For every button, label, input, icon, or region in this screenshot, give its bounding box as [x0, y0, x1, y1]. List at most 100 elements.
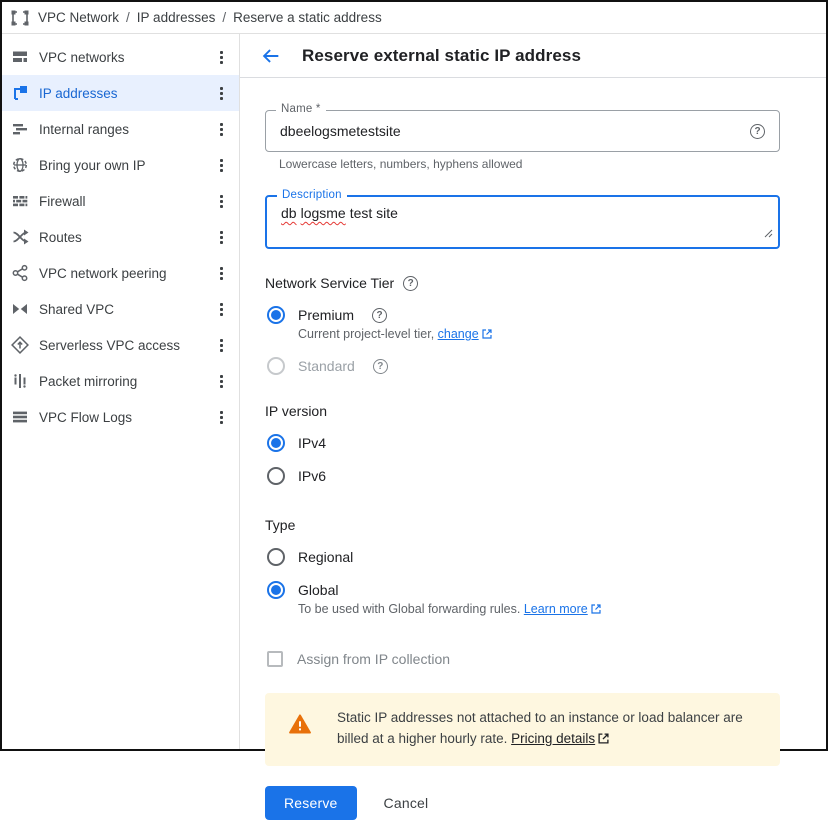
assign-ip-collection-checkbox[interactable] — [267, 651, 283, 667]
item-menu-kebab-icon[interactable] — [214, 299, 229, 320]
premium-note-text: Current project-level tier, — [298, 327, 438, 341]
global-radio-label: Global — [298, 582, 338, 598]
item-menu-kebab-icon[interactable] — [214, 155, 229, 176]
item-menu-kebab-icon[interactable] — [214, 83, 229, 104]
sidebar-item-label: VPC network peering — [39, 266, 214, 281]
description-field-label: Description — [277, 189, 347, 201]
app-window: VPC Network / IP addresses / Reserve a s… — [0, 0, 828, 751]
learn-more-link[interactable]: Learn more — [524, 602, 588, 616]
sidebar-item-label: Packet mirroring — [39, 374, 214, 389]
main-content: Reserve external static IP address Name … — [240, 34, 826, 749]
sidebar-item-vpc-flow-logs[interactable]: VPC Flow Logs — [2, 399, 239, 435]
assign-ip-collection-option[interactable]: Assign from IP collection — [265, 651, 826, 667]
sidebar-item-label: Firewall — [39, 194, 214, 209]
item-menu-kebab-icon[interactable] — [214, 263, 229, 284]
external-link-icon — [482, 328, 492, 342]
regional-option[interactable]: Regional — [265, 548, 826, 566]
global-radio[interactable] — [267, 581, 285, 599]
breadcrumb-item-reserve-static: Reserve a static address — [233, 10, 382, 25]
name-field-label: Name * — [276, 103, 326, 115]
ipv4-option[interactable]: IPv4 — [265, 434, 826, 452]
vpc-networks-icon — [11, 48, 29, 66]
sidebar-item-label: Shared VPC — [39, 302, 214, 317]
breadcrumb-item-ip-addresses[interactable]: IP addresses — [137, 10, 216, 25]
name-field-value[interactable]: dbeelogsmetestsite — [266, 123, 750, 139]
vpc-flow-logs-icon — [11, 408, 29, 426]
premium-tier-option[interactable]: Premium ? — [265, 306, 826, 324]
item-menu-kebab-icon[interactable] — [214, 371, 229, 392]
shared-vpc-icon — [11, 300, 29, 318]
regional-radio[interactable] — [267, 548, 285, 566]
sidebar-item-routes[interactable]: Routes — [2, 219, 239, 255]
sidebar-item-label: Routes — [39, 230, 214, 245]
bring-your-own-ip-icon — [11, 156, 29, 174]
sidebar-item-packet-mirroring[interactable]: Packet mirroring — [2, 363, 239, 399]
breadcrumb-separator: / — [222, 10, 226, 25]
back-button[interactable] — [254, 39, 288, 73]
description-field-value[interactable]: dblogsmetest site — [267, 197, 778, 229]
sidebar-item-shared-vpc[interactable]: Shared VPC — [2, 291, 239, 327]
item-menu-kebab-icon[interactable] — [214, 47, 229, 68]
ip-version-section: IP version — [265, 403, 826, 419]
form-actions: Reserve Cancel — [265, 786, 826, 820]
sidebar-item-serverless-vpc-access[interactable]: Serverless VPC access — [2, 327, 239, 363]
cancel-button[interactable]: Cancel — [384, 795, 429, 811]
serverless-vpc-access-icon — [11, 336, 29, 354]
breadcrumb-separator: / — [126, 10, 130, 25]
pricing-details-link[interactable]: Pricing details — [511, 731, 595, 746]
ip-addresses-icon — [11, 84, 29, 102]
description-field[interactable]: Description dblogsmetest site — [265, 195, 780, 249]
vpc-sidebar: VPC networks IP addresses — [2, 34, 240, 749]
external-link-icon — [598, 730, 609, 751]
standard-radio[interactable] — [267, 357, 285, 375]
textarea-resize-handle-icon[interactable] — [764, 225, 773, 243]
item-menu-kebab-icon[interactable] — [214, 227, 229, 248]
item-menu-kebab-icon[interactable] — [214, 119, 229, 140]
type-section: Type — [265, 517, 826, 533]
sidebar-item-vpc-network-peering[interactable]: VPC network peering — [2, 255, 239, 291]
breadcrumb-item-vpc-network[interactable]: VPC Network — [38, 10, 119, 25]
ipv4-radio-label: IPv4 — [298, 435, 326, 451]
premium-tier-note: Current project-level tier, change — [298, 327, 826, 342]
routes-icon — [11, 228, 29, 246]
sidebar-item-label: Internal ranges — [39, 122, 214, 137]
name-helper-text: Lowercase letters, numbers, hyphens allo… — [279, 157, 826, 171]
sidebar-item-label: VPC networks — [39, 50, 214, 65]
ipv4-radio[interactable] — [267, 434, 285, 452]
type-label: Type — [265, 517, 295, 533]
vpc-network-peering-icon — [11, 264, 29, 282]
sidebar-item-vpc-networks[interactable]: VPC networks — [2, 39, 239, 75]
change-tier-link[interactable]: change — [438, 327, 479, 341]
premium-help-icon[interactable]: ? — [372, 308, 387, 323]
ipv6-radio[interactable] — [267, 467, 285, 485]
premium-radio-label: Premium — [298, 307, 354, 323]
packet-mirroring-icon — [11, 372, 29, 390]
external-link-icon — [591, 603, 601, 617]
standard-tier-option[interactable]: Standard ? — [265, 357, 826, 375]
item-menu-kebab-icon[interactable] — [214, 191, 229, 212]
sidebar-item-firewall[interactable]: Firewall — [2, 183, 239, 219]
sidebar-item-ip-addresses[interactable]: IP addresses — [2, 75, 239, 111]
premium-radio[interactable] — [267, 306, 285, 324]
name-field[interactable]: Name * dbeelogsmetestsite ? — [265, 110, 780, 152]
reserve-button[interactable]: Reserve — [265, 786, 357, 820]
global-option[interactable]: Global — [265, 581, 826, 599]
vpc-network-icon — [10, 8, 30, 28]
breadcrumb-bar: VPC Network / IP addresses / Reserve a s… — [2, 2, 826, 34]
global-note-text: To be used with Global forwarding rules. — [298, 602, 524, 616]
global-type-note: To be used with Global forwarding rules.… — [298, 602, 826, 617]
breadcrumb: VPC Network / IP addresses / Reserve a s… — [38, 10, 382, 25]
ipv6-option[interactable]: IPv6 — [265, 467, 826, 485]
sidebar-item-label: IP addresses — [39, 86, 214, 101]
name-help-icon[interactable]: ? — [750, 124, 765, 139]
tier-help-icon[interactable]: ? — [403, 276, 418, 291]
description-word: test site — [350, 205, 398, 221]
standard-help-icon[interactable]: ? — [373, 359, 388, 374]
ip-version-label: IP version — [265, 403, 327, 419]
sidebar-item-internal-ranges[interactable]: Internal ranges — [2, 111, 239, 147]
assign-ip-collection-label: Assign from IP collection — [297, 651, 450, 667]
sidebar-item-bring-your-own-ip[interactable]: Bring your own IP — [2, 147, 239, 183]
item-menu-kebab-icon[interactable] — [214, 335, 229, 356]
item-menu-kebab-icon[interactable] — [214, 407, 229, 428]
firewall-icon — [11, 192, 29, 210]
